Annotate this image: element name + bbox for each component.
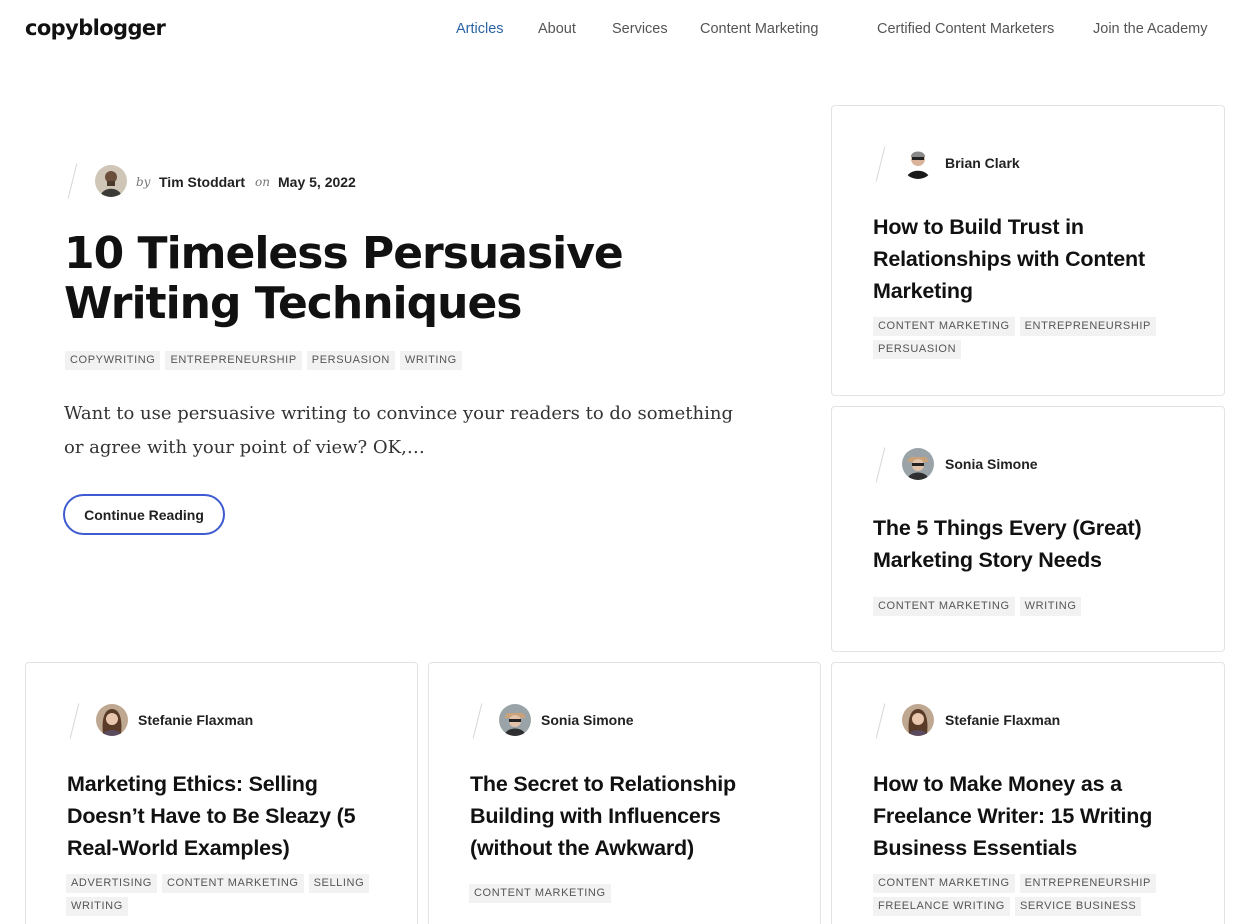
tag[interactable]: CONTENT MARKETING xyxy=(873,874,1015,893)
tag[interactable]: WRITING xyxy=(399,351,462,370)
post-date: May 5, 2022 xyxy=(278,174,356,190)
card-title[interactable]: How to Make Money as a Freelance Writer:… xyxy=(873,768,1173,864)
author-avatar[interactable] xyxy=(95,165,127,197)
meta-divider xyxy=(875,146,886,182)
on-label: on xyxy=(255,175,270,189)
tag[interactable]: CONTENT MARKETING xyxy=(873,317,1015,336)
featured-excerpt: Want to use persuasive writing to convin… xyxy=(64,403,733,458)
nav-certified-content-marketers[interactable]: Certified Content Marketers xyxy=(877,21,1054,37)
card-tags: CONTENT MARKETING xyxy=(469,884,799,903)
article-card[interactable]: Sonia Simone The 5 Things Every (Great) … xyxy=(831,406,1225,652)
author-avatar[interactable] xyxy=(499,704,531,736)
tag[interactable]: CONTENT MARKETING xyxy=(161,874,304,893)
card-title[interactable]: How to Build Trust in Relationships with… xyxy=(873,211,1173,307)
continue-reading-button[interactable]: Continue Reading xyxy=(63,494,225,535)
author-name[interactable]: Sonia Simone xyxy=(945,456,1038,472)
card-title[interactable]: The 5 Things Every (Great) Marketing Sto… xyxy=(873,512,1173,576)
author-avatar[interactable] xyxy=(96,704,128,736)
meta-divider xyxy=(67,163,78,199)
nav-services[interactable]: Services xyxy=(612,21,668,37)
meta-divider xyxy=(69,703,80,739)
tag[interactable]: WRITING xyxy=(1019,597,1082,616)
nav-about[interactable]: About xyxy=(538,21,576,37)
tag[interactable]: CONTENT MARKETING xyxy=(469,884,611,903)
site-logo[interactable]: copyblogger xyxy=(25,16,166,40)
card-tags: CONTENT MARKETING ENTREPRENEURSHIP PERSU… xyxy=(873,317,1203,359)
tag[interactable]: FREELANCE WRITING xyxy=(873,897,1010,916)
author-avatar[interactable] xyxy=(902,448,934,480)
meta-divider xyxy=(875,447,886,483)
tag[interactable]: COPYWRITING xyxy=(65,351,161,370)
tag[interactable]: PERSUASION xyxy=(873,340,962,359)
author-avatar[interactable] xyxy=(902,147,934,179)
tag[interactable]: ENTREPRENEURSHIP xyxy=(165,351,302,370)
author-avatar[interactable] xyxy=(902,704,934,736)
site-header: copyblogger Articles About Services Cont… xyxy=(0,0,1248,60)
featured-tags: COPYWRITING ENTREPRENEURSHIP PERSUASION … xyxy=(65,351,765,370)
meta-divider xyxy=(472,703,483,739)
featured-title[interactable]: 10 Timeless Persuasive Writing Technique… xyxy=(64,229,764,329)
tag[interactable]: ENTREPRENEURSHIP xyxy=(1019,874,1156,893)
author-name[interactable]: Tim Stoddart xyxy=(159,174,245,190)
article-card[interactable]: Brian Clark How to Build Trust in Relati… xyxy=(831,105,1225,396)
nav-content-marketing[interactable]: Content Marketing xyxy=(700,21,818,37)
by-label: by xyxy=(136,175,151,189)
card-tags: CONTENT MARKETING WRITING xyxy=(873,597,1203,616)
tag[interactable]: WRITING xyxy=(66,897,128,916)
author-name[interactable]: Sonia Simone xyxy=(541,712,634,728)
author-name[interactable]: Stefanie Flaxman xyxy=(945,712,1060,728)
tag[interactable]: CONTENT MARKETING xyxy=(873,597,1015,616)
tag[interactable]: SERVICE BUSINESS xyxy=(1014,897,1142,916)
card-tags: CONTENT MARKETING ENTREPRENEURSHIP FREEL… xyxy=(873,874,1203,916)
tag[interactable]: PERSUASION xyxy=(306,351,395,370)
card-tags: ADVERTISING CONTENT MARKETING SELLING WR… xyxy=(66,874,396,916)
article-card[interactable]: Stefanie Flaxman How to Make Money as a … xyxy=(831,662,1225,924)
card-title[interactable]: Marketing Ethics: Selling Doesn’t Have t… xyxy=(67,768,367,864)
nav-join-the-academy[interactable]: Join the Academy xyxy=(1093,21,1207,37)
article-card[interactable]: Stefanie Flaxman Marketing Ethics: Selli… xyxy=(25,662,418,924)
nav-articles[interactable]: Articles xyxy=(456,21,504,37)
author-name[interactable]: Stefanie Flaxman xyxy=(138,712,253,728)
author-name[interactable]: Brian Clark xyxy=(945,155,1020,171)
article-card[interactable]: Sonia Simone The Secret to Relationship … xyxy=(428,662,821,924)
tag[interactable]: SELLING xyxy=(308,874,370,893)
card-title[interactable]: The Secret to Relationship Building with… xyxy=(470,768,770,864)
tag[interactable]: ADVERTISING xyxy=(66,874,157,893)
meta-divider xyxy=(875,703,886,739)
tag[interactable]: ENTREPRENEURSHIP xyxy=(1019,317,1156,336)
